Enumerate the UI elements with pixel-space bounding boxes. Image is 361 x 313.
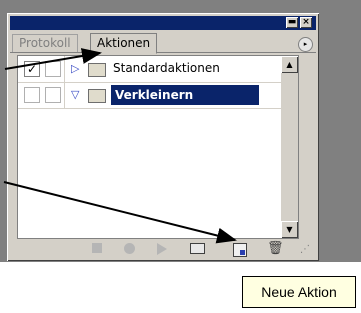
annotation-arrow-to-new-action (3, 181, 237, 244)
annotation-arrows (3, 48, 237, 244)
annotation-arrow-to-tab (4, 48, 102, 70)
